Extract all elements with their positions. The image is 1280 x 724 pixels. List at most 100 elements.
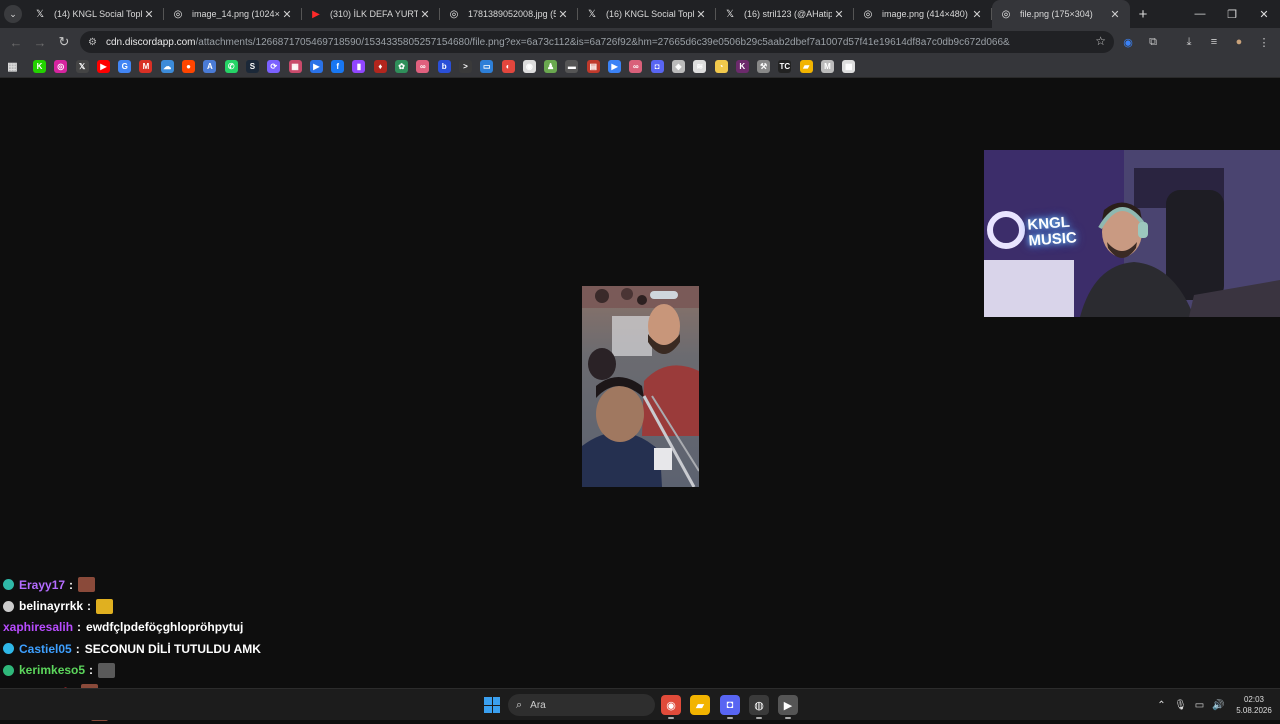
- fire-icon[interactable]: ◐: [501, 60, 515, 73]
- browser-tab[interactable]: 𝕏 (16) stril123 (@AHatipoğ✕: [716, 0, 854, 28]
- tab-close-button[interactable]: ✕: [1108, 8, 1122, 21]
- taskbar-search[interactable]: ⌕ Ara: [508, 694, 655, 716]
- new-tab-button[interactable]: +: [1130, 6, 1156, 23]
- microphone-icon[interactable]: 🎙: [1171, 700, 1190, 711]
- pawn-icon[interactable]: ♟: [544, 60, 558, 73]
- media-control-icon[interactable]: ≡: [1202, 30, 1226, 54]
- taskbar-app-glyph: ◍: [754, 699, 764, 712]
- shield-icon[interactable]: ◈: [671, 60, 685, 73]
- bookmark-red-icon[interactable]: ♦: [373, 60, 387, 73]
- grid-icon[interactable]: ▦: [842, 60, 856, 73]
- start-button[interactable]: [484, 697, 500, 713]
- chat-message: xaphiresalih: ewdfçlpdeföçghlopröhpytuj: [3, 617, 423, 638]
- tab-close-button[interactable]: ✕: [970, 8, 984, 21]
- chat-text: SECONUN DİLİ TUTULDU AMK: [84, 641, 261, 656]
- google-icon[interactable]: G: [118, 60, 132, 73]
- chat-badge-icon: [3, 643, 14, 655]
- chat-separator: :: [75, 641, 80, 656]
- taskbar-app-glyph: ◘: [726, 699, 734, 711]
- circle-play-icon[interactable]: ▶: [608, 60, 622, 73]
- address-bar[interactable]: ⚙ cdn.discordapp.com/attachments/1266871…: [80, 31, 1114, 53]
- network-icon[interactable]: ▭: [1190, 700, 1209, 711]
- youtube-icon[interactable]: ▶: [96, 60, 110, 73]
- pacman-icon[interactable]: ◔: [714, 60, 728, 73]
- gamepad-icon[interactable]: ▬: [565, 60, 579, 73]
- download-icon[interactable]: ⤓: [1177, 30, 1201, 54]
- folder-icon[interactable]: ▰: [799, 60, 813, 73]
- file-explorer-icon[interactable]: ▰: [690, 695, 710, 715]
- gmail-icon[interactable]: M: [139, 60, 153, 73]
- b-icon[interactable]: b: [437, 60, 451, 73]
- browser-tab[interactable]: ◎ 1781389052008.jpg (572×✕: [440, 0, 578, 28]
- back-button[interactable]: ←: [4, 30, 28, 54]
- forward-button[interactable]: →: [28, 30, 52, 54]
- translate-icon[interactable]: A: [203, 60, 217, 73]
- search-icon: ⌕: [516, 698, 523, 711]
- link2-icon[interactable]: ∞: [629, 60, 643, 73]
- tab-close-button[interactable]: ✕: [832, 8, 846, 21]
- taskbar-app-glyph: ▰: [695, 699, 705, 712]
- tab-close-button[interactable]: ✕: [142, 8, 156, 21]
- reload-button[interactable]: ↻: [52, 30, 76, 54]
- tab-close-button[interactable]: ✕: [280, 8, 294, 21]
- reddit-icon[interactable]: ●: [182, 60, 196, 73]
- chevron-up-icon[interactable]: ⌃: [1152, 700, 1171, 711]
- tab-close-button[interactable]: ✕: [694, 8, 708, 21]
- minimize-button[interactable]: —: [1184, 0, 1216, 28]
- tab-close-button[interactable]: ✕: [556, 8, 570, 21]
- x-icon[interactable]: 𝕏: [75, 60, 89, 73]
- steam-icon[interactable]: S: [245, 60, 259, 73]
- kick-icon[interactable]: K: [33, 60, 46, 73]
- apps-grid-icon[interactable]: ▦: [6, 60, 19, 73]
- discord-icon[interactable]: ◘: [650, 60, 664, 73]
- browser-tab[interactable]: ◎ image_14.png (1024×806)✕: [164, 0, 302, 28]
- compass-icon[interactable]: ◉: [522, 60, 536, 73]
- stack-icon[interactable]: ≋: [693, 60, 707, 73]
- browser-tab[interactable]: ◎ image.png (414×480) ✕: [854, 0, 992, 28]
- play-icon[interactable]: ▶: [309, 60, 323, 73]
- profile-avatar-icon[interactable]: ●: [1227, 30, 1251, 54]
- link-icon[interactable]: ∞: [416, 60, 430, 73]
- clock[interactable]: 02:03 5.08.2026: [1228, 694, 1280, 716]
- menu-dots-icon[interactable]: ⋮: [1252, 30, 1276, 54]
- restore-button[interactable]: ❐: [1216, 0, 1248, 28]
- obs-icon[interactable]: ◍: [749, 695, 769, 719]
- browser-tab[interactable]: 𝕏 (16) KNGL Social Topluluk✕: [578, 0, 716, 28]
- windows-taskbar: ⌕ Ara ◉ ▰ ◘ ◍ ▶ ⌃ 🎙 ▭ 🔊 02:03 5.08.2026: [0, 688, 1280, 720]
- media-player-icon[interactable]: ▶: [778, 695, 798, 719]
- sync-icon[interactable]: ⟳: [267, 60, 281, 73]
- tab-close-button[interactable]: ✕: [418, 8, 432, 21]
- facebook-icon[interactable]: f: [331, 60, 345, 73]
- volume-icon[interactable]: 🔊: [1209, 700, 1228, 711]
- chat-badge-icon: [3, 600, 14, 612]
- discord-icon[interactable]: ◘: [720, 695, 740, 719]
- leaf-icon[interactable]: ✿: [395, 60, 409, 73]
- monitor-icon[interactable]: ▭: [480, 60, 494, 73]
- bookmark-list: K ◎ 𝕏 ▶ G M ☁ ● A ✆ S ⟳ ▦ ▶ f ▮ ♦ ✿ ∞ b > ▭ ◐ ◉ ♟ ▬ ▤ ▶ ∞ ◘ ◈ ≋ ◔ K ⚒ TC ▰ M ▦: [33, 60, 864, 73]
- bookmark-star-icon[interactable]: ☆: [1095, 34, 1106, 48]
- site-info-icon[interactable]: ⚙: [88, 37, 102, 48]
- extensions-puzzle-icon[interactable]: ⧉: [1141, 30, 1165, 54]
- viewed-image[interactable]: [582, 286, 699, 487]
- chat-emote-icon: [96, 598, 114, 614]
- extension-blue-icon[interactable]: ◉: [1116, 30, 1140, 54]
- twitch-icon[interactable]: ▮: [352, 60, 366, 73]
- mask-icon[interactable]: M: [820, 60, 834, 73]
- close-window-button[interactable]: ✕: [1248, 0, 1280, 28]
- tag-icon[interactable]: TC: [778, 60, 792, 73]
- browser-tab[interactable]: ◎ file.png (175×304) ✕: [992, 0, 1130, 28]
- k-icon[interactable]: K: [735, 60, 749, 73]
- terminal-icon[interactable]: >: [458, 60, 472, 73]
- tab-search-button[interactable]: ⌄: [0, 0, 26, 28]
- taskbar-app-glyph: ◉: [666, 699, 676, 712]
- chart-icon[interactable]: ▤: [586, 60, 600, 73]
- weather-icon[interactable]: ☁: [160, 60, 174, 73]
- whatsapp-icon[interactable]: ✆: [224, 60, 238, 73]
- browser-tab[interactable]: ▶ (310) İLK DEFA YURT DIŞI✕: [302, 0, 440, 28]
- calendar-icon[interactable]: ▦: [288, 60, 302, 73]
- instagram-icon[interactable]: ◎: [54, 60, 68, 73]
- chrome-icon[interactable]: ◉: [661, 695, 681, 719]
- x-logo-icon: 𝕏: [587, 8, 597, 20]
- tool-icon[interactable]: ⚒: [757, 60, 771, 73]
- browser-tab[interactable]: 𝕏 (14) KNGL Social Topluluk✕: [26, 0, 164, 28]
